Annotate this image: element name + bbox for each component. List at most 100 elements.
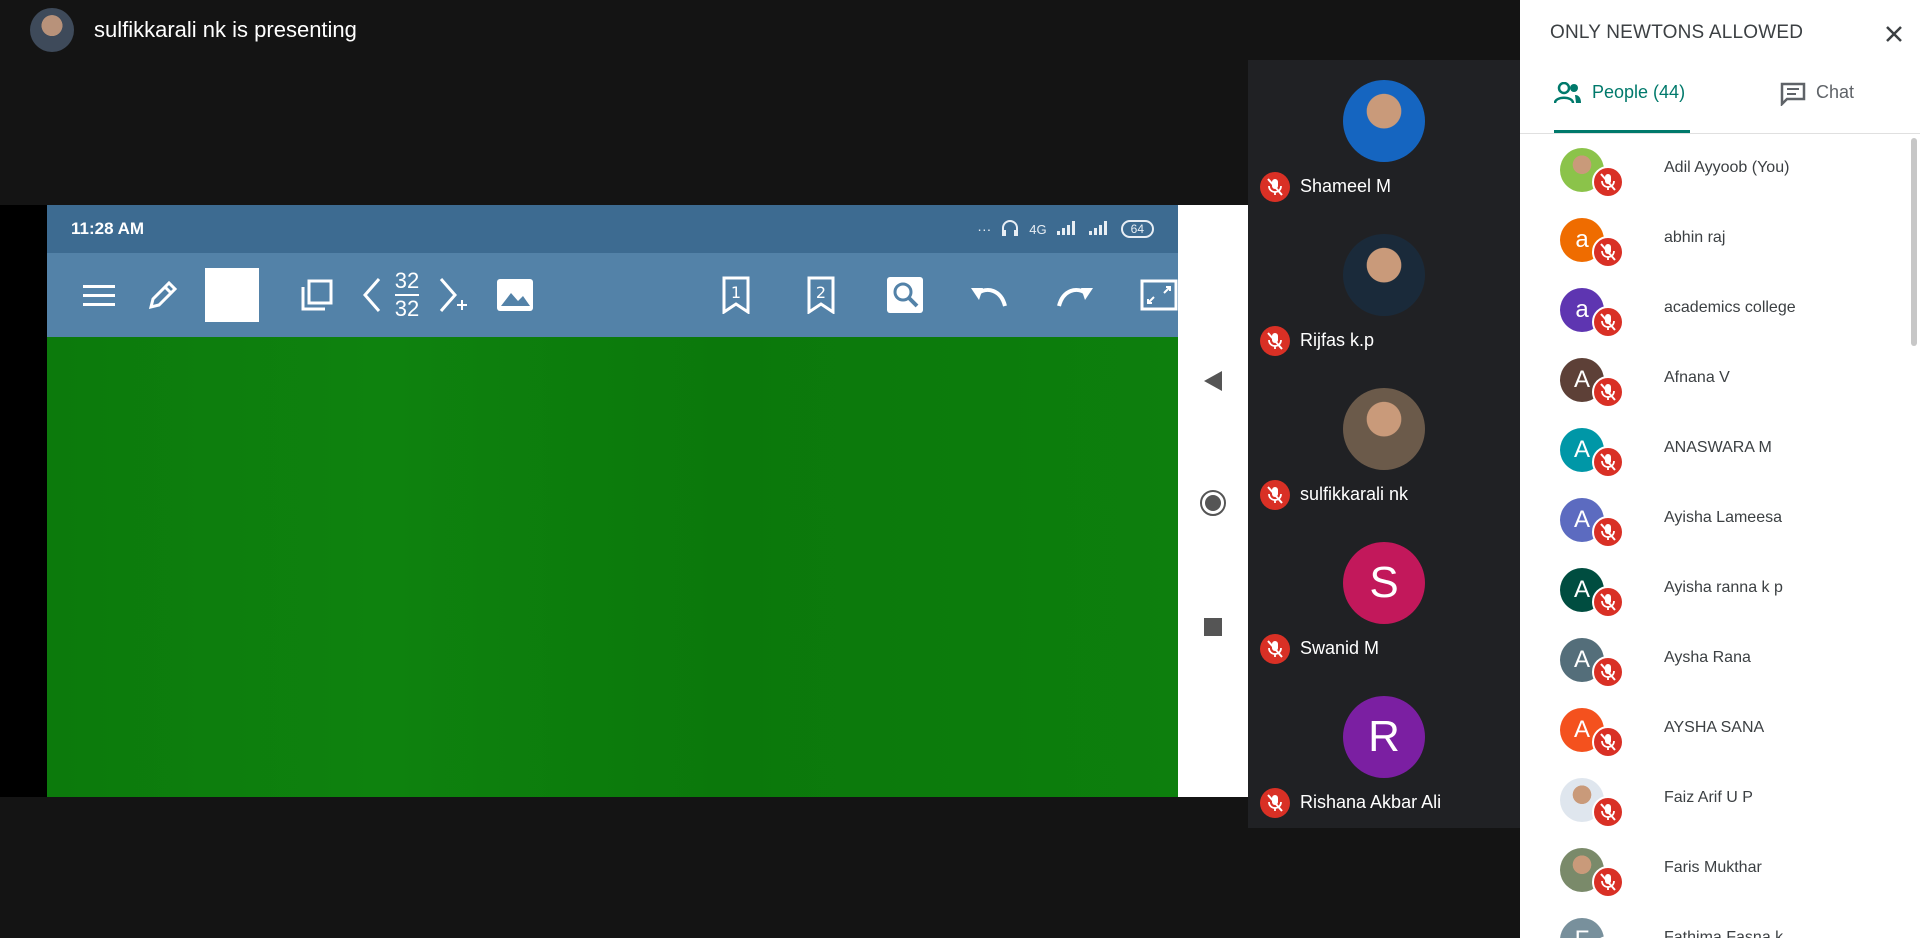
signal-icon — [1056, 220, 1079, 238]
avatar-initial: A — [1573, 576, 1590, 603]
person-name: Adil Ayyoob (You) — [1664, 159, 1790, 176]
chat-icon — [1780, 82, 1806, 106]
fullscreen-icon[interactable] — [1135, 271, 1178, 319]
meet-window: sulfikkarali nk is presenting 11:28 AM ·… — [0, 0, 1920, 938]
mic-off-icon — [1592, 656, 1624, 688]
list-item[interactable]: a academics college — [1520, 274, 1910, 344]
list-item[interactable]: A Afnana V — [1520, 344, 1910, 414]
person-name: Fathima Fasna k — [1664, 929, 1784, 938]
bookmark-1-icon[interactable]: 1 — [712, 271, 760, 319]
tab-chat[interactable]: Chat — [1780, 82, 1900, 132]
avatar: R — [1343, 696, 1425, 778]
list-item[interactable]: Faris Mukthar — [1520, 834, 1910, 904]
avatar-initial: a — [1575, 296, 1589, 323]
person-name: Ayisha Lameesa — [1664, 509, 1782, 526]
person-name: Faiz Arif U P — [1664, 789, 1753, 806]
person-name: Faris Mukthar — [1664, 859, 1762, 876]
android-nav-bar — [1178, 205, 1248, 797]
list-item[interactable]: a abhin raj — [1520, 204, 1910, 274]
whiteboard-canvas[interactable] — [47, 337, 1178, 797]
color-swatch-button[interactable] — [205, 268, 259, 322]
tab-people-label: People (44) — [1592, 82, 1686, 102]
pages-icon[interactable] — [293, 271, 341, 319]
avatar-initial: a — [1575, 226, 1589, 253]
person-name: academics college — [1664, 299, 1796, 316]
avatar-initial: S — [1369, 558, 1399, 607]
avatar — [1343, 234, 1425, 316]
people-panel: ONLY NEWTONS ALLOWED People (44) Chat Ad… — [1520, 0, 1920, 938]
network-type-label: 4G — [1029, 221, 1047, 237]
mic-off-icon — [1260, 788, 1290, 818]
participant-tile[interactable]: R Rishana Akbar Ali — [1248, 676, 1520, 830]
avatar — [1343, 388, 1425, 470]
avatar-initial: A — [1573, 436, 1590, 463]
shared-screen[interactable]: 11:28 AM ··· 4G 64 32 32 1 2 — [0, 205, 1248, 797]
presenting-label: sulfikkarali nk is presenting — [94, 17, 357, 42]
tab-chat-label: Chat — [1816, 82, 1855, 102]
person-name: AYSHA SANA — [1664, 719, 1765, 736]
back-triangle-icon[interactable] — [1197, 365, 1229, 397]
participant-tile[interactable]: sulfikkarali nk — [1248, 368, 1520, 522]
person-name: Aysha Rana — [1664, 649, 1751, 666]
mic-off-icon — [1260, 326, 1290, 356]
next-page-add-icon[interactable] — [433, 271, 473, 319]
avatar-initial: F — [1575, 926, 1590, 938]
mic-off-icon — [1592, 586, 1624, 618]
list-item[interactable]: A Ayisha Lameesa — [1520, 484, 1910, 554]
mic-off-icon — [1592, 306, 1624, 338]
page-current: 32 — [394, 268, 420, 296]
participant-tile[interactable]: Shameel M — [1248, 60, 1520, 214]
avatar: S — [1343, 542, 1425, 624]
image-icon[interactable] — [491, 271, 539, 319]
list-item[interactable]: A Aysha Rana — [1520, 624, 1910, 694]
zoom-search-icon[interactable] — [881, 271, 929, 319]
bookmark-2-icon[interactable]: 2 — [797, 271, 845, 319]
close-icon[interactable] — [1880, 20, 1908, 48]
participant-name: Rijfas k.p — [1300, 330, 1375, 350]
mic-off-icon — [1592, 446, 1624, 478]
undo-icon[interactable] — [965, 271, 1013, 319]
redo-icon[interactable] — [1051, 271, 1099, 319]
mic-off-icon — [1260, 634, 1290, 664]
recents-square-icon[interactable] — [1197, 611, 1229, 643]
avatar-initial: A — [1573, 366, 1590, 393]
list-item[interactable]: Faiz Arif U P — [1520, 764, 1910, 834]
person-name: Afnana V — [1664, 369, 1730, 386]
mic-off-icon — [1592, 236, 1624, 268]
page-total: 32 — [394, 296, 420, 321]
mic-off-icon — [1260, 172, 1290, 202]
list-item[interactable]: A ANASWARA M — [1520, 414, 1910, 484]
list-item[interactable]: F Fathima Fasna k — [1520, 904, 1910, 938]
svg-text:1: 1 — [731, 283, 741, 302]
page-counter: 32 32 — [377, 265, 437, 325]
participant-tile[interactable]: Rijfas k.p — [1248, 214, 1520, 368]
home-circle-icon[interactable] — [1197, 487, 1229, 519]
participant-name: sulfikkarali nk — [1300, 484, 1409, 504]
list-item[interactable]: Adil Ayyoob (You) — [1520, 134, 1910, 204]
list-item[interactable]: A AYSHA SANA — [1520, 694, 1910, 764]
avatar-initial: R — [1368, 712, 1400, 761]
mic-off-icon — [1592, 796, 1624, 828]
mic-off-icon — [1592, 166, 1624, 198]
list-item[interactable]: A Ayisha ranna k p — [1520, 554, 1910, 624]
tab-people[interactable]: People (44) — [1554, 82, 1690, 134]
people-list[interactable]: Adil Ayyoob (You) a abhin raj a academics co… — [1520, 134, 1910, 938]
participant-tile[interactable]: S Swanid M — [1248, 522, 1520, 676]
svg-text:2: 2 — [816, 283, 826, 302]
avatar — [1343, 80, 1425, 162]
avatar-initial: A — [1573, 716, 1590, 743]
avatar-initial: A — [1573, 646, 1590, 673]
people-icon — [1554, 82, 1581, 104]
people-scrollbar[interactable] — [1911, 138, 1917, 346]
participant-name: Rishana Akbar Ali — [1300, 792, 1442, 812]
presenting-bar: sulfikkarali nk is presenting — [0, 0, 1520, 60]
dots-icon: ··· — [977, 221, 992, 237]
menu-icon[interactable] — [75, 271, 123, 319]
signal-icon-2 — [1088, 220, 1111, 238]
whiteboard-toolbar: 32 32 1 2 — [47, 253, 1178, 337]
pen-icon[interactable] — [139, 271, 187, 319]
mic-off-icon — [1260, 480, 1290, 510]
phone-status-bar: 11:28 AM ··· 4G 64 — [47, 205, 1178, 253]
mic-off-icon — [1592, 376, 1624, 408]
participant-name: Swanid M — [1300, 638, 1380, 658]
